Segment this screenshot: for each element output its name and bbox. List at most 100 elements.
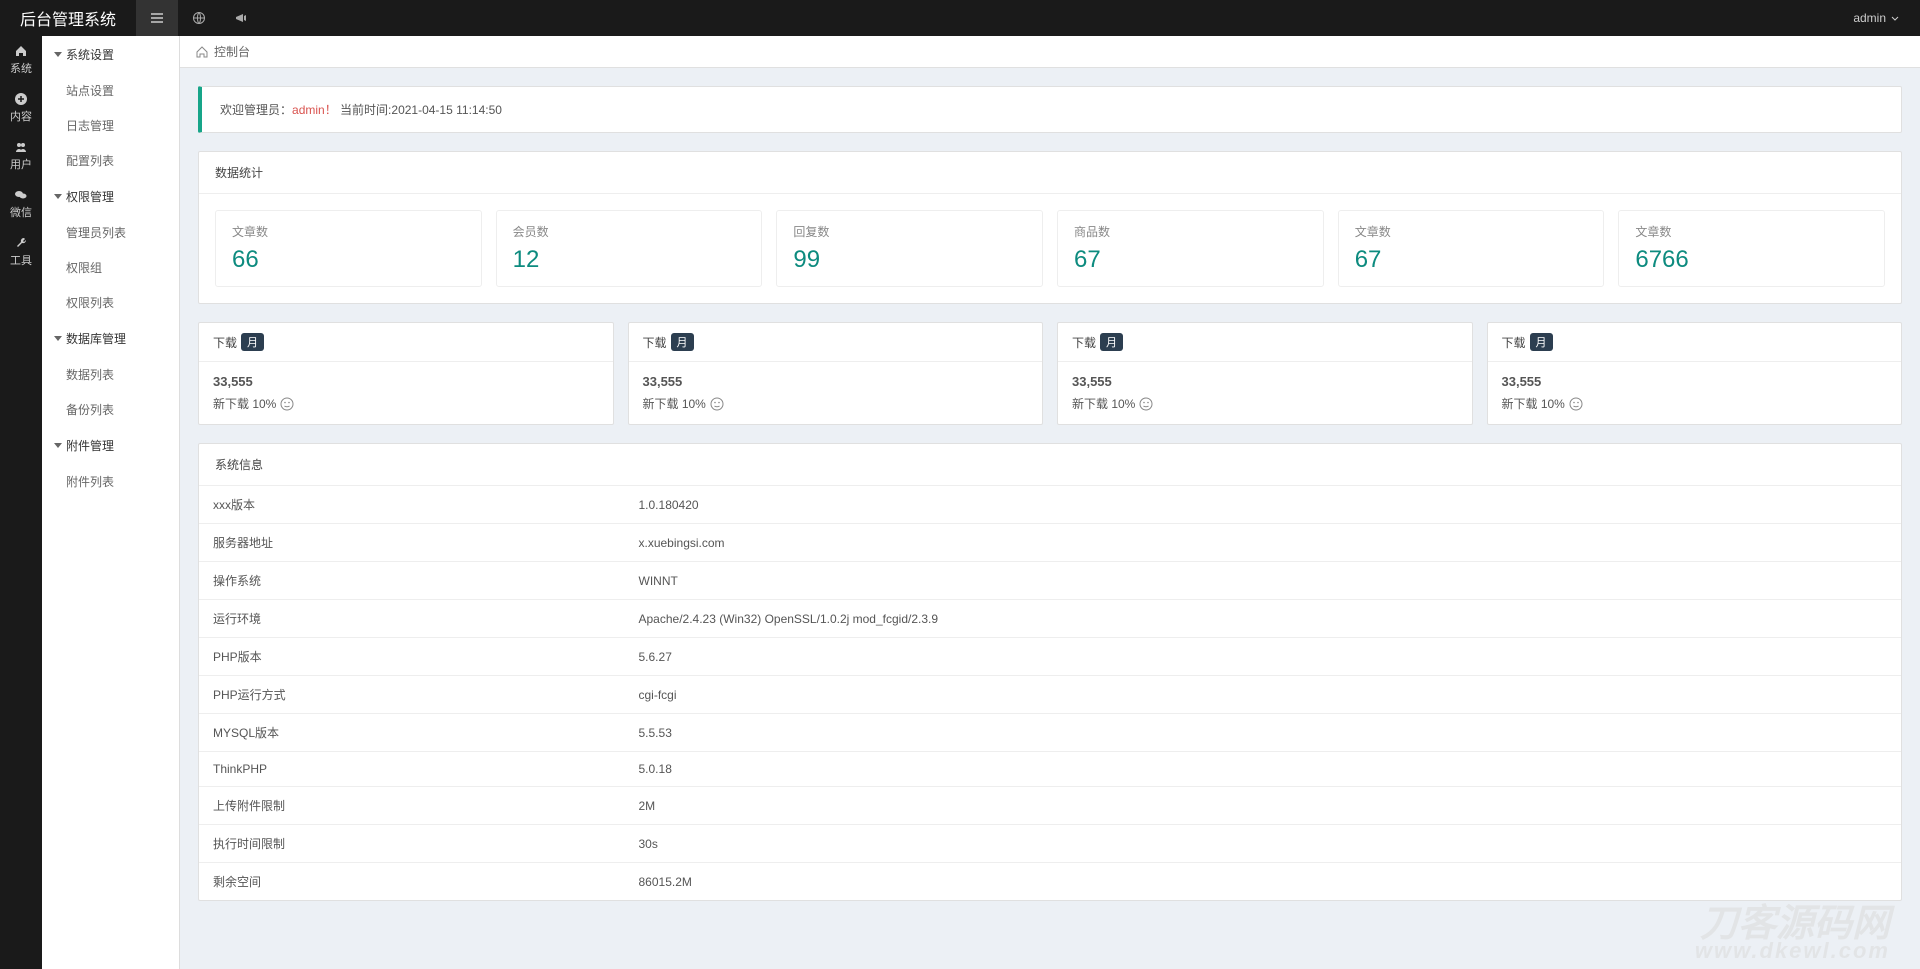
download-pct: 新下载 10% [643,395,1029,412]
stat-label: 文章数 [232,223,465,240]
sysinfo-key: ThinkPHP [199,752,625,787]
stat-card: 商品数67 [1057,210,1324,287]
home-icon [14,44,28,58]
globe-icon[interactable] [178,0,220,36]
smile-icon [710,397,724,411]
stat-card: 会员数12 [496,210,763,287]
download-number: 33,555 [1502,374,1888,389]
welcome-admin: admin！ [292,103,337,117]
sidebar-group-title[interactable]: 数据库管理 [42,320,179,357]
user-name: admin [1853,11,1886,25]
sysinfo-value: cgi-fcgi [625,676,1902,714]
sidebar: 系统设置站点设置日志管理配置列表权限管理管理员列表权限组权限列表数据库管理数据列… [42,36,180,969]
sidebar-item[interactable]: 配置列表 [42,143,179,178]
sysinfo-key: 操作系统 [199,562,625,600]
month-badge: 月 [241,333,264,351]
wechat-icon [14,188,28,202]
hamburger-icon [150,11,164,25]
sidebar-item[interactable]: 日志管理 [42,108,179,143]
sidebar-group-title[interactable]: 系统设置 [42,36,179,73]
sysinfo-row: 操作系统WINNT [199,562,1901,600]
breadcrumb-text: 控制台 [214,43,250,60]
welcome-alert: 欢迎管理员：admin！ 当前时间:2021-04-15 11:14:50 [198,86,1902,133]
downloads-row: 下载月33,555新下载 10%下载月33,555新下载 10%下载月33,55… [198,322,1902,425]
sidebar-item[interactable]: 管理员列表 [42,215,179,250]
menu-toggle-icon[interactable] [136,0,178,36]
sysinfo-key: 运行环境 [199,600,625,638]
broadcast-icon[interactable] [220,0,262,36]
download-body: 33,555 新下载 10% [1488,362,1902,424]
sysinfo-key: PHP版本 [199,638,625,676]
download-number: 33,555 [643,374,1029,389]
wrench-icon [14,236,28,250]
chevron-down-icon [1890,13,1900,23]
welcome-prefix: 欢迎管理员： [220,103,292,117]
stat-label: 文章数 [1635,223,1868,240]
breadcrumb: 控制台 [180,36,1920,68]
sysinfo-value: 30s [625,825,1902,863]
rail-label: 用户 [10,156,32,172]
sysinfo-key: 剩余空间 [199,863,625,901]
sysinfo-row: 执行时间限制30s [199,825,1901,863]
sidebar-item[interactable]: 数据列表 [42,357,179,392]
sysinfo-key: 执行时间限制 [199,825,625,863]
download-pct: 新下载 10% [213,395,599,412]
top-navbar: 后台管理系统 admin [0,0,1920,36]
sysinfo-row: ThinkPHP5.0.18 [199,752,1901,787]
download-card: 下载月33,555新下载 10% [198,322,614,425]
content-scroll[interactable]: 欢迎管理员：admin！ 当前时间:2021-04-15 11:14:50 数据… [180,68,1920,969]
rail-item-users[interactable]: 用户 [0,132,42,180]
smile-icon [1569,397,1583,411]
stat-card: 文章数67 [1338,210,1605,287]
sysinfo-value: 2M [625,787,1902,825]
download-body: 33,555新下载 10% [199,362,613,424]
sidebar-group-title[interactable]: 权限管理 [42,178,179,215]
rail-label: 系统 [10,60,32,76]
sysinfo-value: x.xuebingsi.com [625,524,1902,562]
welcome-time-label: 当前时间: [340,103,391,117]
rail-item-content[interactable]: 内容 [0,84,42,132]
download-pct: 新下载 10% [1502,395,1888,412]
sysinfo-value: Apache/2.4.23 (Win32) OpenSSL/1.0.2j mod… [625,600,1902,638]
stat-label: 会员数 [513,223,746,240]
download-body: 33,555 新下载 10% [629,362,1043,424]
download-head: 下载月 [629,323,1043,362]
rail-item-wechat[interactable]: 微信 [0,180,42,228]
month-badge: 月 [1530,333,1553,351]
stat-value: 99 [793,246,1026,274]
rail-item-tools[interactable]: 工具 [0,228,42,276]
sysinfo-row: 剩余空间86015.2M [199,863,1901,901]
sidebar-item[interactable]: 站点设置 [42,73,179,108]
sysinfo-value: 86015.2M [625,863,1902,901]
month-badge: 月 [1100,333,1123,351]
rail-label: 工具 [10,252,32,268]
smile-icon [280,397,294,411]
sidebar-item[interactable]: 附件列表 [42,464,179,499]
sidebar-item[interactable]: 备份列表 [42,392,179,427]
sidebar-group-title[interactable]: 附件管理 [42,427,179,464]
sysinfo-value: 5.0.18 [625,752,1902,787]
rail-item-system[interactable]: 系统 [0,36,42,84]
sysinfo-key: MYSQL版本 [199,714,625,752]
plus-circle-icon [14,92,28,106]
welcome-time: 2021-04-15 11:14:50 [391,103,502,117]
sysinfo-value: WINNT [625,562,1902,600]
download-number: 33,555 [1072,374,1458,389]
sidebar-item[interactable]: 权限组 [42,250,179,285]
sysinfo-key: 上传附件限制 [199,787,625,825]
megaphone-icon [234,11,248,25]
stats-title: 数据统计 [199,152,1901,194]
smile-icon [1139,397,1153,411]
rail-label: 微信 [10,204,32,220]
home-breadcrumb-icon [196,46,208,58]
rail-label: 内容 [10,108,32,124]
download-card: 下载月33,555新下载 10% [1057,322,1473,425]
sidebar-item[interactable]: 权限列表 [42,285,179,320]
sysinfo-row: 服务器地址x.xuebingsi.com [199,524,1901,562]
sysinfo-value: 5.5.53 [625,714,1902,752]
sysinfo-row: PHP版本5.6.27 [199,638,1901,676]
user-menu[interactable]: admin [1853,11,1920,25]
sysinfo-key: xxx版本 [199,486,625,524]
sysinfo-row: 上传附件限制2M [199,787,1901,825]
stat-value: 6766 [1635,246,1868,274]
